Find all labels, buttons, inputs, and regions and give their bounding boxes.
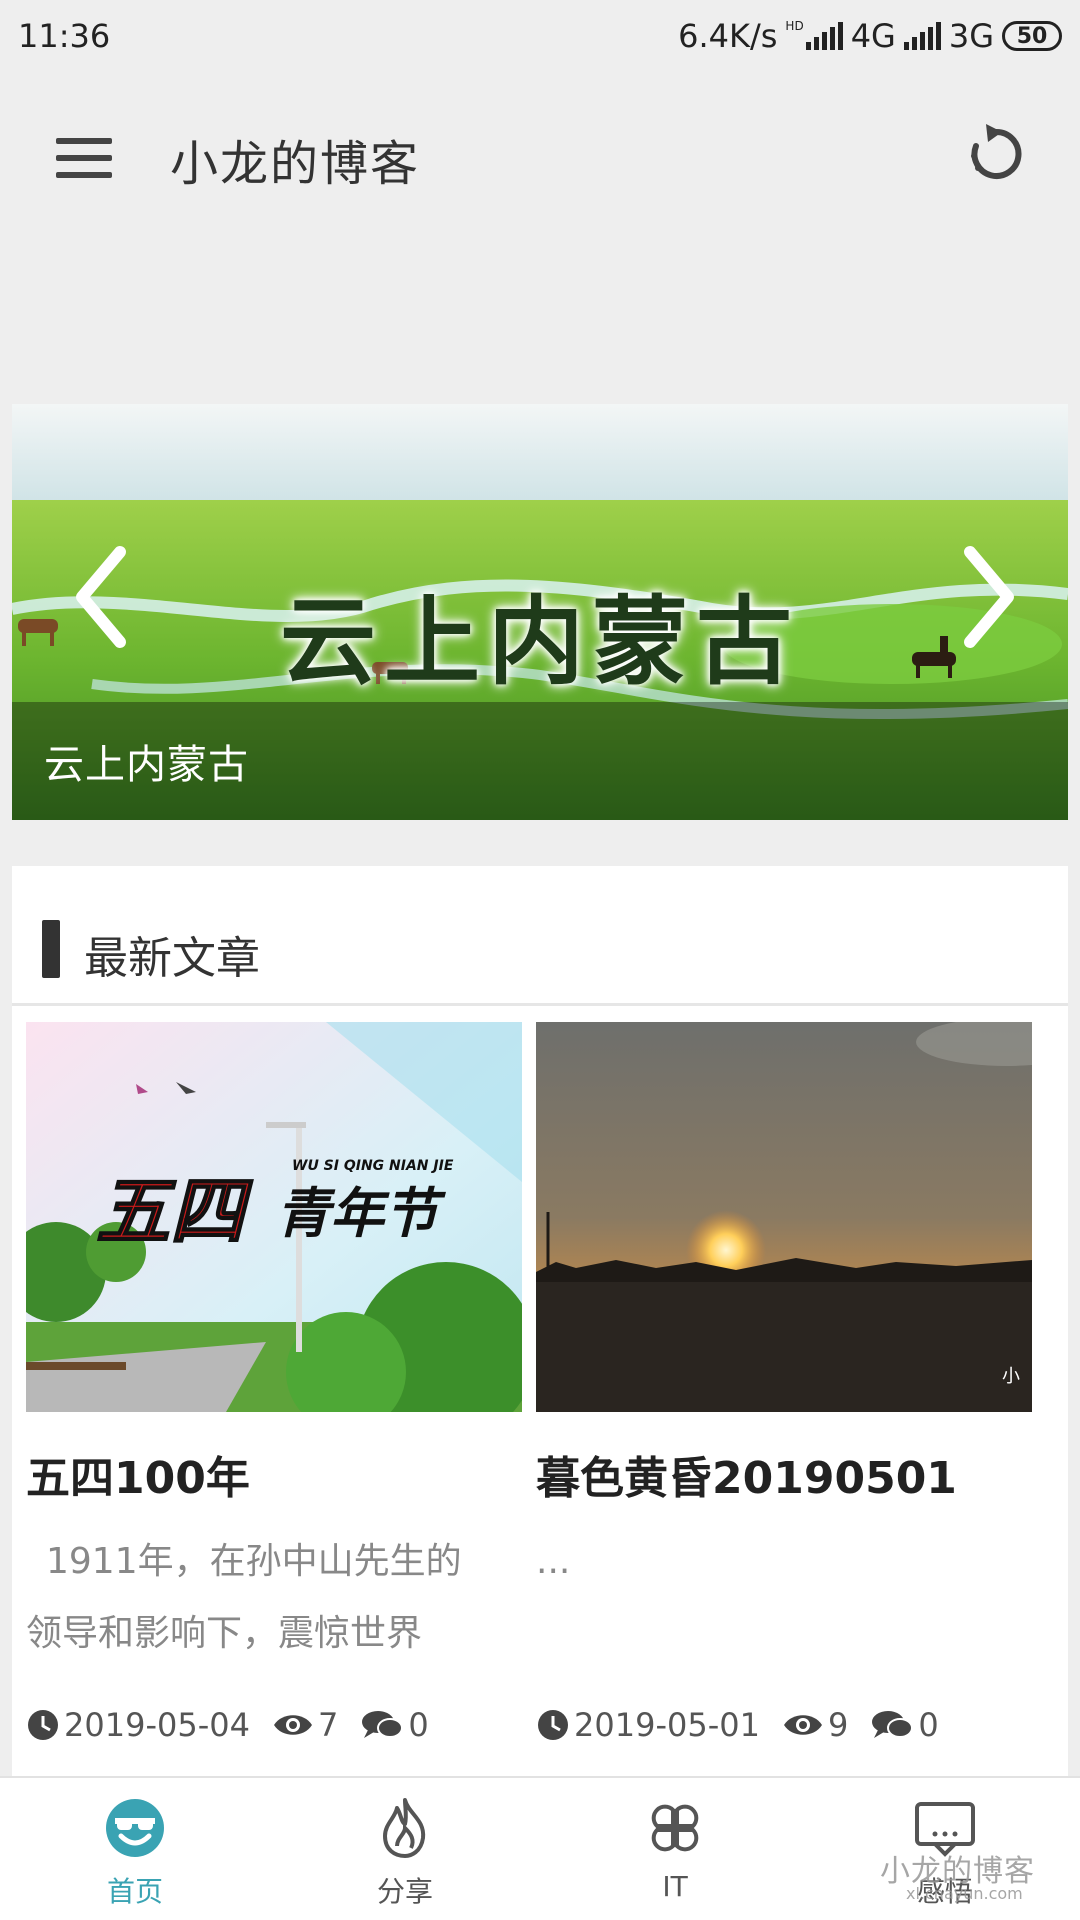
article-date: 2019-05-01: [536, 1706, 760, 1744]
status-bar: 11:36 6.4K/s HD 4G 3G 50: [0, 0, 1080, 72]
article-excerpt-line: 领导和影响下，震惊世界: [26, 1613, 423, 1654]
article-title: 五四100年: [26, 1453, 250, 1504]
status-time: 11:36: [18, 17, 111, 55]
article-excerpt: ...: [536, 1526, 1032, 1598]
chevron-left-icon[interactable]: [68, 542, 138, 652]
battery-icon: 50: [1002, 21, 1062, 51]
section-header: 最新文章: [12, 866, 1068, 1006]
app-bar: 小龙的博客: [0, 72, 1080, 242]
banner-carousel[interactable]: 云上内蒙古 云上内蒙古: [12, 404, 1068, 820]
thumbnail-watermark: 小: [1002, 1366, 1020, 1387]
clock-icon: [538, 1710, 568, 1740]
eye-icon: [273, 1715, 312, 1735]
app-title: 小龙的博客: [170, 136, 421, 192]
article-excerpt: 1911年，在孙中山先生的 领导和影响下，震惊世界: [26, 1526, 522, 1670]
signal-strength-icon: [805, 22, 843, 50]
article-thumbnail: 五四 青年节 WU SI QING NIAN JIE: [26, 1022, 522, 1412]
section-title: 最新文章: [84, 933, 260, 984]
article-date-text: 2019-05-04: [64, 1706, 250, 1744]
article-comments: 0: [870, 1706, 939, 1744]
refresh-icon[interactable]: [964, 122, 1028, 186]
network-type-primary: 4G: [850, 17, 896, 55]
watermark-url: xl.cnayun.com: [906, 1884, 1023, 1903]
banner-art-title: 云上内蒙古: [280, 585, 800, 698]
nav-tab-share[interactable]: 分享: [270, 1778, 540, 1920]
article-card[interactable]: 五四 青年节 WU SI QING NIAN JIE 五四100年 1911年，…: [26, 1022, 522, 1744]
nav-tab-home[interactable]: 首页: [0, 1778, 270, 1920]
section-accent-bar: [42, 920, 60, 978]
article-views-count: 7: [317, 1706, 339, 1744]
article-meta: 2019-05-04 7 0: [26, 1706, 451, 1744]
battery-level: 50: [1016, 23, 1048, 49]
nav-tab-it[interactable]: IT: [540, 1778, 810, 1920]
article-date: 2019-05-04: [26, 1706, 250, 1744]
clover-icon: [651, 1804, 699, 1852]
nav-label: 分享: [376, 1875, 433, 1908]
hd-badge: HD: [785, 19, 804, 33]
article-views-count: 9: [827, 1706, 849, 1744]
article-excerpt-line: ...: [536, 1541, 571, 1582]
article-date-text: 2019-05-01: [574, 1706, 760, 1744]
status-indicators: 6.4K/s HD 4G 3G 50: [678, 17, 1062, 55]
nav-label: 首页: [106, 1875, 163, 1908]
clock-icon: [28, 1710, 58, 1740]
article-comments-count: 0: [918, 1706, 939, 1744]
article-comments-count: 0: [408, 1706, 429, 1744]
nav-label: IT: [662, 1870, 688, 1903]
hamburger-menu-icon[interactable]: [56, 138, 112, 178]
signal-strength-icon: [903, 22, 941, 50]
smiley-sunglasses-icon: [106, 1799, 164, 1857]
network-type-secondary: 3G: [948, 17, 994, 55]
article-views: 9: [782, 1706, 848, 1744]
flame-icon: [383, 1798, 426, 1858]
eye-icon: [783, 1715, 822, 1735]
article-card[interactable]: 小 暮色黄昏20190501 ... 2019-05-01 9 0: [536, 1022, 1032, 1744]
latest-articles-section: 最新文章 五四 青年节 WU SI QING NIAN JIE 五四100年 1…: [12, 866, 1068, 1874]
net-speed: 6.4K/s: [678, 17, 778, 55]
chevron-right-icon[interactable]: [952, 542, 1022, 652]
comments-icon: [362, 1711, 404, 1738]
article-title: 暮色黄昏20190501: [536, 1453, 957, 1504]
article-thumbnail: 小: [536, 1022, 1032, 1412]
article-excerpt-line: 1911年，在孙中山先生的: [46, 1541, 462, 1582]
comments-icon: [872, 1711, 914, 1738]
article-meta: 2019-05-01 9 0: [536, 1706, 961, 1744]
article-comments: 0: [360, 1706, 429, 1744]
article-views: 7: [272, 1706, 338, 1744]
svg-text:五四: 五四: [96, 1169, 253, 1255]
svg-text:青年节: 青年节: [276, 1182, 446, 1245]
banner-caption: 云上内蒙古: [44, 742, 249, 788]
svg-text:WU SI QING NIAN JIE: WU SI QING NIAN JIE: [292, 1158, 454, 1174]
